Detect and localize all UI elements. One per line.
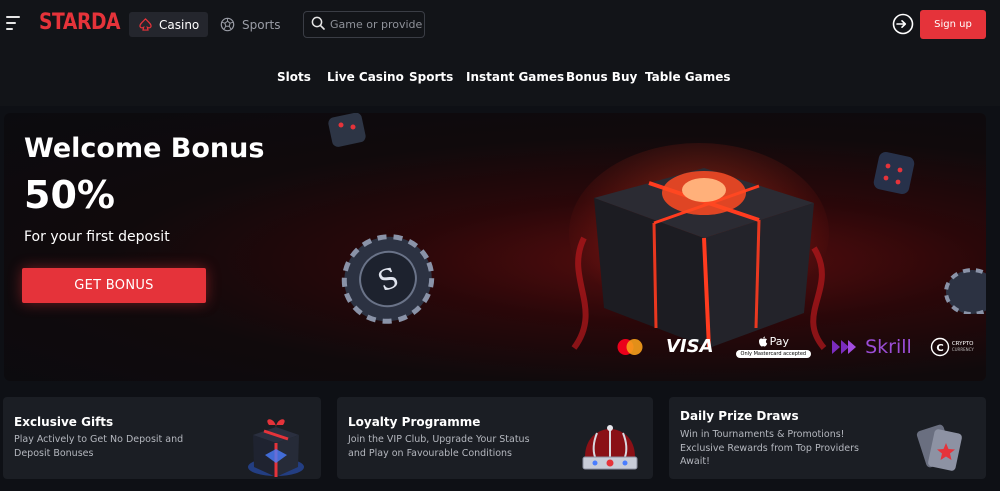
mastercard-icon	[616, 338, 644, 356]
payment-methods: VISA Pay Only Mastercard accepted Skrill…	[616, 335, 974, 358]
card-title: Loyalty Programme	[348, 415, 481, 429]
spade-icon	[139, 18, 152, 31]
banner-subtitle: For your first deposit	[24, 229, 170, 245]
skrill-logo: Skrill	[831, 336, 912, 358]
nav-item-table-games[interactable]: Table Games	[645, 70, 731, 84]
crypto-icon: C	[930, 337, 950, 356]
visa-logo: VISA	[666, 336, 714, 357]
nav-item-sports[interactable]: Sports	[409, 70, 453, 84]
top-header: STARDA Casino Sports Sign up	[0, 0, 1000, 52]
tab-sports[interactable]: Sports	[210, 12, 288, 37]
login-icon[interactable]	[892, 13, 914, 35]
apple-icon	[758, 336, 767, 347]
crypto-logo: C CRYPTO CURRENCY	[930, 337, 974, 357]
welcome-banner[interactable]: S Welcome Bonus 50% For your first depos…	[4, 113, 986, 381]
apple-pay-note: Only Mastercard accepted	[735, 350, 812, 358]
apple-pay-label: Pay	[769, 335, 790, 348]
category-nav: Slots Live Casino Sports Instant Games B…	[0, 52, 1000, 106]
football-icon	[220, 17, 235, 32]
dice-illustration	[326, 113, 370, 157]
card-text: Play Actively to Get No Deposit and Depo…	[14, 434, 184, 459]
tab-casino-label: Casino	[159, 17, 200, 32]
tab-sports-label: Sports	[242, 17, 281, 32]
signup-button[interactable]: Sign up	[920, 10, 986, 39]
get-bonus-button[interactable]: GET BONUS	[22, 268, 206, 303]
gift-icon	[241, 415, 311, 479]
card-title: Exclusive Gifts	[14, 415, 114, 429]
crypto-label-2: CURRENCY	[951, 346, 974, 352]
promo-card-prize-draws[interactable]: Daily Prize Draws Win in Tournaments & P…	[669, 397, 986, 479]
card-text: Join the VIP Club, Upgrade Your Status a…	[348, 434, 530, 459]
crown-icon	[577, 423, 643, 479]
card-text: Win in Tournaments & Promotions! Exclusi…	[680, 429, 860, 467]
search-box[interactable]	[303, 11, 425, 38]
apple-pay-logo: Pay Only Mastercard accepted	[735, 335, 812, 358]
promo-card-loyalty[interactable]: Loyalty Programme Join the VIP Club, Upg…	[337, 397, 653, 479]
skrill-arrows-icon	[832, 339, 857, 354]
search-input[interactable]	[330, 18, 422, 31]
banner-title: Welcome Bonus	[24, 133, 265, 164]
search-icon	[311, 15, 325, 34]
svg-text:C: C	[936, 343, 943, 354]
dice-illustration-right	[870, 148, 920, 208]
chip-illustration-right	[944, 268, 986, 318]
promo-card-exclusive-gifts[interactable]: Exclusive Gifts Play Actively to Get No …	[3, 397, 321, 479]
cards-icon	[907, 421, 971, 479]
card-title: Daily Prize Draws	[680, 409, 799, 423]
gift-box-illustration	[564, 138, 834, 358]
nav-item-live-casino[interactable]: Live Casino	[327, 70, 404, 84]
logo[interactable]: STARDA	[39, 10, 121, 35]
nav-item-slots[interactable]: Slots	[277, 70, 311, 84]
menu-icon[interactable]	[6, 16, 22, 30]
bonus-percent: 50%	[24, 173, 115, 217]
skrill-label: Skrill	[865, 335, 912, 358]
nav-item-instant-games[interactable]: Instant Games	[466, 70, 564, 84]
tab-casino[interactable]: Casino	[129, 12, 208, 37]
casino-chip-illustration: S	[340, 231, 436, 331]
nav-item-bonus-buy[interactable]: Bonus Buy	[566, 70, 637, 84]
